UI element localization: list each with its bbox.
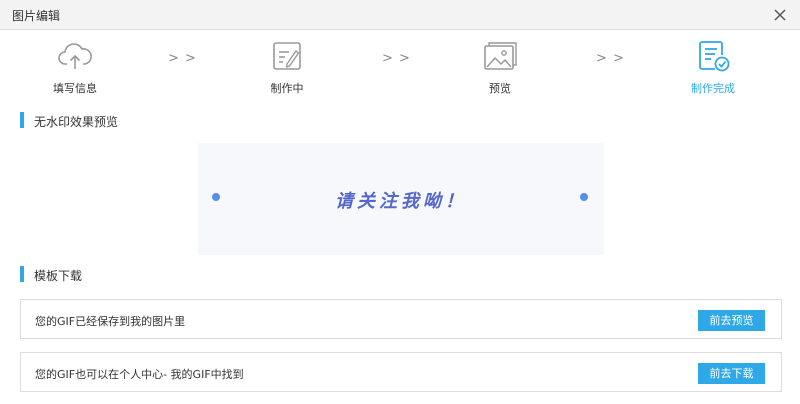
step-separator-3: > > <box>596 51 625 66</box>
edit-document-icon <box>273 42 301 70</box>
saved-to-images-row: 您的GIF已经保存到我的图片里 前去预览 <box>20 299 782 339</box>
step-fill-info: 填写信息 <box>20 38 130 96</box>
preview-dot-right <box>580 193 588 201</box>
go-download-button[interactable]: 前去下载 <box>698 363 765 384</box>
find-in-profile-row: 您的GIF也可以在个人中心- 我的GIF中找到 前去下载 <box>20 352 782 392</box>
dialog-titlebar: 图片编辑 <box>0 0 800 30</box>
step-label: 制作中 <box>270 82 304 95</box>
row-text: 您的GIF已经保存到我的图片里 <box>35 315 186 328</box>
step-preview: 预览 <box>445 38 555 96</box>
section-title: 无水印效果预览 <box>34 115 119 129</box>
document-check-icon <box>699 41 730 72</box>
dialog-title: 图片编辑 <box>12 9 61 23</box>
watermark-free-preview: 请关注我呦！ <box>198 143 604 255</box>
step-in-progress: 制作中 <box>232 38 342 96</box>
section-title: 模板下载 <box>34 269 83 283</box>
go-preview-button[interactable]: 前去预览 <box>698 310 765 331</box>
step-complete: 制作完成 <box>658 38 768 96</box>
cloud-upload-icon <box>58 43 92 69</box>
step-label: 制作完成 <box>691 82 735 95</box>
section-marker <box>20 112 24 128</box>
row-text: 您的GIF也可以在个人中心- 我的GIF中找到 <box>35 368 244 381</box>
image-gallery-icon <box>484 42 517 70</box>
step-label: 预览 <box>489 82 511 95</box>
step-separator-2: > > <box>382 51 411 66</box>
step-separator-1: > > <box>168 51 197 66</box>
section-marker <box>20 266 24 282</box>
preview-message: 请关注我呦！ <box>335 191 467 212</box>
close-icon[interactable] <box>770 5 790 25</box>
step-label: 填写信息 <box>53 82 97 95</box>
progress-steps: 填写信息 > > 制作中 > > 预览 > > 制作完成 <box>0 38 800 102</box>
